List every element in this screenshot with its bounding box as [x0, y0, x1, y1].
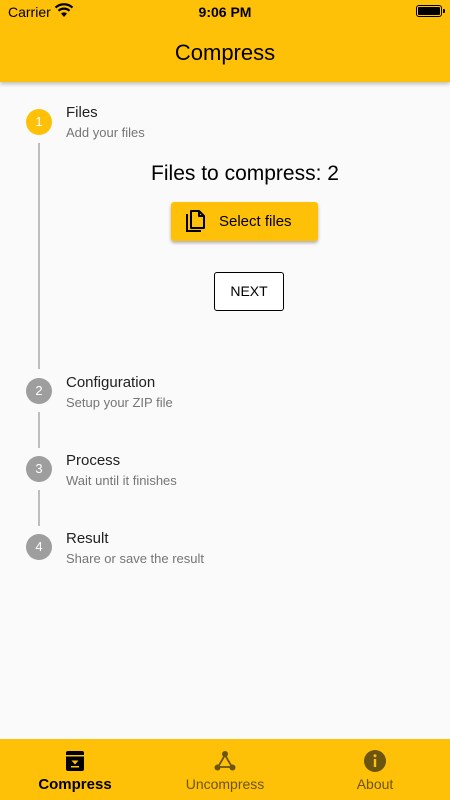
step-4-subtitle: Share or save the result: [66, 551, 205, 566]
step-3-subtitle: Wait until it finishes: [66, 473, 177, 488]
step-1-indicator[interactable]: 1: [26, 109, 52, 135]
step-1-title[interactable]: Files: [66, 104, 98, 121]
archive-icon: [66, 751, 84, 771]
step-2-indicator[interactable]: 2: [26, 378, 52, 404]
nav-about[interactable]: About: [300, 739, 450, 800]
page-title: Compress: [174, 40, 276, 65]
step-4-indicator[interactable]: 4: [26, 534, 52, 560]
nav-uncompress[interactable]: Uncompress: [150, 739, 300, 800]
step-3-indicator[interactable]: 3: [26, 456, 52, 482]
step-2-title[interactable]: Configuration: [66, 374, 155, 391]
file-copy-icon: [186, 210, 205, 232]
battery-icon: [416, 5, 445, 17]
clock: 9:06 PM: [198, 4, 252, 20]
nav-compress-label: Compress: [38, 776, 112, 793]
step-4-title[interactable]: Result: [66, 530, 109, 547]
step-1-subtitle: Add your files: [66, 125, 145, 140]
nav-about-label: About: [356, 776, 394, 792]
share-tree-icon: [214, 751, 236, 771]
nav-compress[interactable]: Compress: [0, 739, 150, 800]
select-files-button[interactable]: Select files: [171, 202, 318, 241]
step-connector: [38, 412, 40, 448]
status-bar: Carrier 9:06 PM: [0, 0, 450, 24]
nav-uncompress-label: Uncompress: [185, 776, 265, 792]
step-connector: [38, 490, 40, 526]
step-3-title[interactable]: Process: [66, 452, 120, 469]
bottom-navigation: Compress Uncompress About: [0, 739, 450, 800]
next-button[interactable]: NEXT: [214, 272, 284, 311]
app-bar: Carrier 9:06 PM Compress: [0, 0, 450, 82]
select-files-label: Select files: [219, 213, 292, 230]
files-count-text: Files to compress: 2: [151, 162, 339, 185]
step-2-subtitle: Setup your ZIP file: [66, 395, 173, 410]
info-icon: [364, 750, 386, 772]
